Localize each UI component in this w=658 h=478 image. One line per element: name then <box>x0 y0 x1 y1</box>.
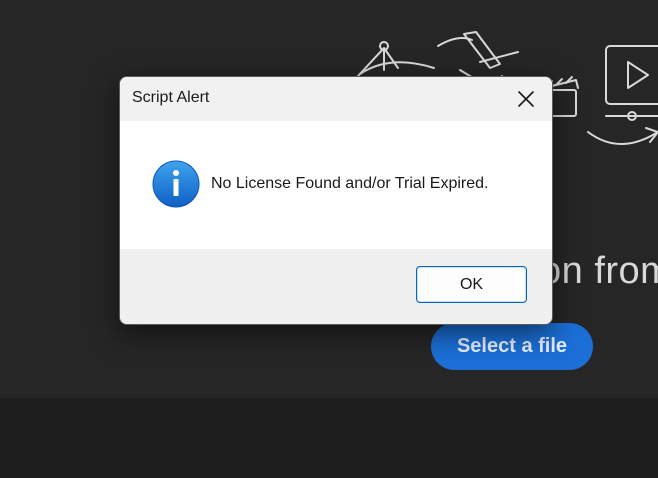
script-alert-dialog: Script Alert No License Found and/or Tri… <box>119 76 553 325</box>
alert-message: No License Found and/or Trial Expired. <box>211 175 489 192</box>
dialog-footer: OK <box>120 249 552 324</box>
dialog-content: No License Found and/or Trial Expired. <box>120 121 552 249</box>
dialog-title-bar[interactable]: Script Alert <box>120 77 552 121</box>
ok-button[interactable]: OK <box>416 266 527 303</box>
bottom-strip <box>0 398 658 478</box>
dialog-title: Script Alert <box>132 89 210 106</box>
close-button[interactable] <box>506 81 546 117</box>
select-file-button[interactable]: Select a file <box>431 323 593 370</box>
close-icon <box>518 91 534 107</box>
info-icon <box>152 160 200 208</box>
headline-text: on from <box>540 250 658 292</box>
